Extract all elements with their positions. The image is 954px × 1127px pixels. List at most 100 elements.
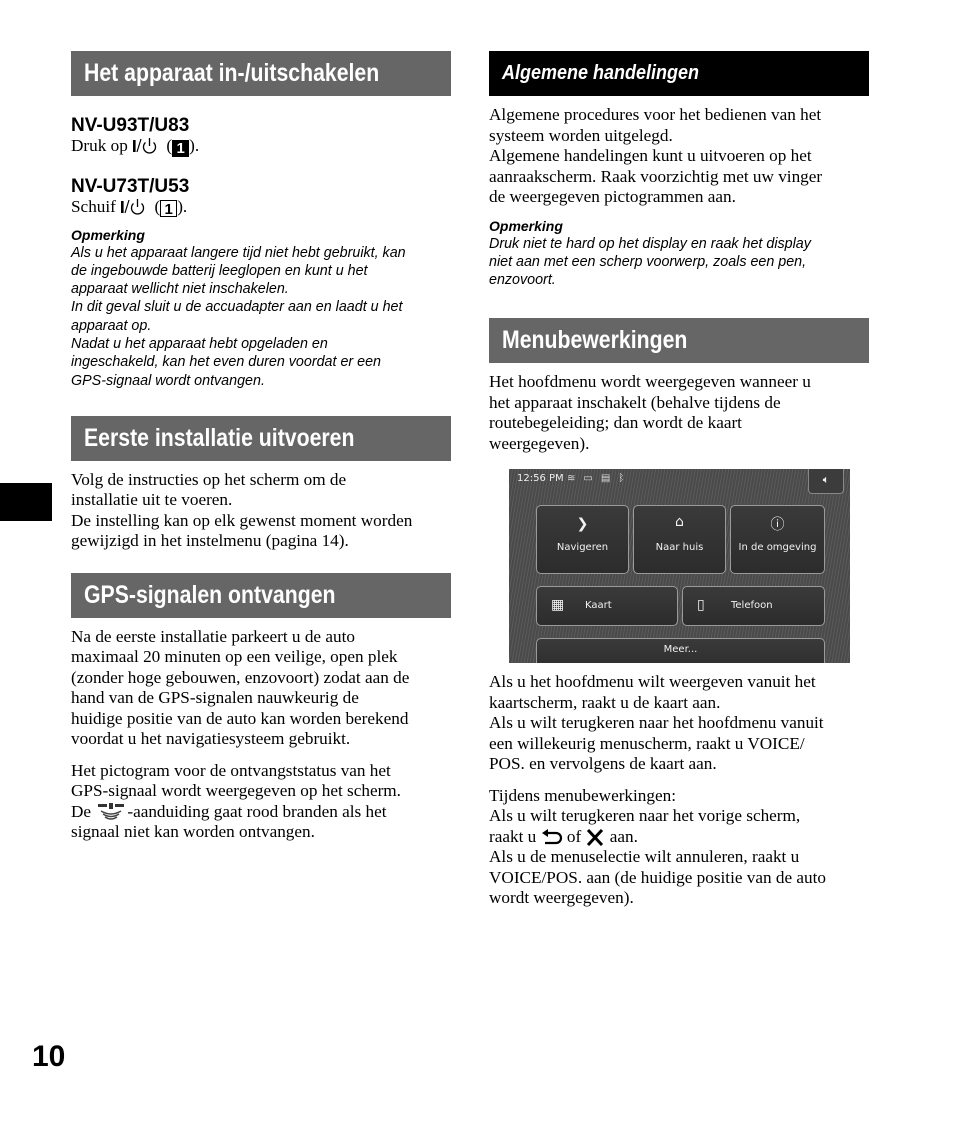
button-label: Kaart bbox=[585, 600, 612, 612]
text-line: raakt u of aan. bbox=[489, 827, 869, 848]
text-line: (zonder hoge gebouwen, enzovoort) zodat … bbox=[71, 667, 410, 687]
device-main-menu-screenshot: 12:56 PM ≋▭▤ᛒ 🔈︎ ❯ Navigeren ⌂ Naar huis… bbox=[509, 469, 850, 664]
close-icon bbox=[587, 828, 604, 846]
heading-text: Menubewerkingen bbox=[502, 326, 688, 355]
menu-para-1: Als u het hoofdmenu wilt weergeven vanui… bbox=[489, 672, 869, 775]
text-line: Na de eerste installatie parkeert u de a… bbox=[71, 626, 355, 646]
text-line: Tijdens menubewerkingen: bbox=[489, 785, 676, 805]
text-line: signaal niet kan worden ontvangen. bbox=[71, 822, 315, 842]
menu-intro: Het hoofdmenu wordt weergegeven wanneer … bbox=[489, 372, 869, 454]
text-line: voordat u het navigatiesysteem gebruikt. bbox=[71, 729, 351, 749]
gps-signal-icon bbox=[98, 802, 125, 820]
key-1-outline-icon: 1 bbox=[160, 200, 178, 218]
text-fragment: of bbox=[566, 826, 582, 846]
status-bar: 12:56 PM ≋▭▤ᛒ bbox=[509, 469, 850, 491]
grid-map-icon: ▦ bbox=[551, 597, 565, 614]
text-line: Algemene handelingen kunt u uitvoeren op… bbox=[489, 146, 812, 165]
general-body: Algemene procedures voor het bedienen va… bbox=[489, 105, 869, 208]
text-line: weergegeven). bbox=[489, 433, 590, 453]
text-line: GPS-signaal wordt weergegeven op het sch… bbox=[71, 781, 401, 801]
text-line: hand van de GPS-signalen nauwkeurig de bbox=[71, 688, 359, 708]
text-line: installatie uit te voeren. bbox=[71, 490, 233, 510]
go-home-button[interactable]: ⌂ Naar huis bbox=[633, 505, 726, 575]
nearby-button[interactable]: ⓘ In de omgeving bbox=[730, 505, 825, 575]
text-line: gewijzigd in het instelmenu (pagina 14). bbox=[71, 531, 349, 551]
section-heading-first-setup: Eerste installatie uitvoeren bbox=[71, 415, 451, 461]
text-line: het apparaat inschakelt (behalve tijdens… bbox=[489, 392, 781, 412]
section-heading-gps: GPS-signalen ontvangen bbox=[71, 572, 451, 618]
text-line: VOICE/POS. aan (de huidige positie van d… bbox=[489, 867, 827, 887]
text-line: Als u de menuselectie wilt annuleren, ra… bbox=[489, 847, 800, 867]
map-button[interactable]: ▦ Kaart bbox=[536, 586, 678, 627]
text-line: Algemene procedures voor het bedienen va… bbox=[489, 105, 822, 124]
note-line: ingeschakeld, kan het even duren voordat… bbox=[71, 354, 381, 371]
text-line: POS. en vervolgens de kaart aan. bbox=[489, 754, 717, 774]
text-line: routebegeleiding; dan wordt de kaart bbox=[489, 413, 742, 433]
section-heading-menu: Menubewerkingen bbox=[489, 318, 869, 364]
gps-para-1: Na de eerste installatie parkeert u de a… bbox=[71, 627, 451, 750]
text-line: de weergegeven pictogrammen aan. bbox=[489, 187, 736, 206]
chevron-right-icon: ❯ bbox=[576, 516, 589, 533]
suffix-text: ). bbox=[189, 136, 200, 155]
speaker-icon: 🔈︎ bbox=[822, 474, 830, 487]
button-label: Navigeren bbox=[556, 542, 609, 554]
page-number: 10 bbox=[32, 1040, 66, 1073]
power-instruction: Druk op (1). bbox=[71, 136, 200, 157]
power-instruction: Schuif (1). bbox=[71, 197, 188, 218]
text-line: Het pictogram voor de ontvangststatus va… bbox=[71, 760, 391, 780]
instruction-text: Druk op bbox=[71, 136, 128, 155]
text-line: Als u wilt terugkeren naar het hoofdmenu… bbox=[489, 713, 824, 733]
clock: 12:56 PM bbox=[517, 473, 564, 485]
note-body: Druk niet te hard op het display en raak… bbox=[489, 235, 869, 290]
left-column: Het apparaat in-/uitschakelen NV-U93T/U8… bbox=[71, 51, 451, 843]
power-icon bbox=[133, 138, 157, 154]
traffic-icon: ▤ bbox=[600, 473, 619, 485]
button-label: Naar huis bbox=[655, 542, 704, 554]
button-label: Meer... bbox=[663, 644, 698, 656]
suffix-text: ). bbox=[177, 197, 188, 216]
note-line: de ingebouwde batterij leeglopen en kunt… bbox=[71, 262, 368, 279]
phone-button[interactable]: ▯ Telefoon bbox=[682, 586, 825, 627]
note-body: Als u het apparaat langere tijd niet heb… bbox=[71, 244, 451, 390]
text-line: huidige positie van de auto kan worden b… bbox=[71, 708, 409, 728]
button-label: Telefoon bbox=[731, 600, 773, 612]
heading-text: Het apparaat in-/uitschakelen bbox=[84, 59, 380, 87]
text-line: een willekeurig menuscherm, raakt u VOIC… bbox=[489, 733, 805, 753]
text-fragment: raakt u bbox=[489, 826, 537, 846]
status-icons: ≋▭▤ᛒ bbox=[567, 473, 632, 484]
key-1-filled-icon: 1 bbox=[172, 140, 190, 157]
text-line: kaartscherm, raakt u de kaart aan. bbox=[489, 692, 721, 712]
volume-button[interactable]: 🔈︎ bbox=[808, 469, 844, 495]
note-line: niet aan met een scherp voorwerp, zoals … bbox=[489, 253, 807, 270]
section-heading-power: Het apparaat in-/uitschakelen bbox=[71, 51, 451, 96]
phone-icon: ▯ bbox=[697, 597, 705, 614]
first-setup-body: Volg de instructies op het scherm om de … bbox=[71, 470, 451, 552]
navigate-button[interactable]: ❯ Navigeren bbox=[536, 505, 629, 575]
more-button[interactable]: Meer... bbox=[536, 638, 825, 664]
info-icon: ⓘ bbox=[770, 517, 785, 534]
note-line: Druk niet te hard op het display en raak… bbox=[489, 235, 811, 252]
text-line: Volg de instructies op het scherm om de bbox=[71, 469, 347, 489]
heading-text: Algemene handelingen bbox=[502, 62, 700, 84]
text-line: Als u wilt terugkeren naar het vorige sc… bbox=[489, 806, 801, 826]
gps-para-2: Het pictogram voor de ontvangststatus va… bbox=[71, 761, 451, 843]
text-line: wordt weergegeven). bbox=[489, 888, 634, 908]
text-fragment: De bbox=[71, 801, 92, 821]
text-fragment: aan. bbox=[609, 826, 638, 846]
power-icon bbox=[121, 199, 145, 215]
model-name: NV-U93T/U83 bbox=[71, 115, 190, 136]
heading-text: Eerste installatie uitvoeren bbox=[84, 423, 355, 452]
note-title: Opmerking bbox=[489, 217, 563, 234]
text-line: aanraakscherm. Raak voorzichtig met uw v… bbox=[489, 166, 823, 186]
model-name: NV-U73T/U53 bbox=[71, 176, 190, 197]
note-line: apparaat wellicht niet inschakelen. bbox=[71, 281, 289, 298]
text-line: De -aanduiding gaat rood branden als het bbox=[71, 802, 451, 823]
heading-text: GPS-signalen ontvangen bbox=[84, 580, 336, 609]
instruction-text: Schuif bbox=[71, 197, 116, 216]
section-heading-general: Algemene handelingen bbox=[489, 51, 869, 96]
note-line: GPS-signaal wordt ontvangen. bbox=[71, 372, 265, 389]
note-line: enzovoort. bbox=[489, 272, 556, 289]
note-line: In dit geval sluit u de accuadapter aan … bbox=[71, 299, 403, 316]
bluetooth-icon: ᛒ bbox=[618, 473, 633, 485]
text-line: Als u het hoofdmenu wilt weergeven vanui… bbox=[489, 672, 816, 692]
